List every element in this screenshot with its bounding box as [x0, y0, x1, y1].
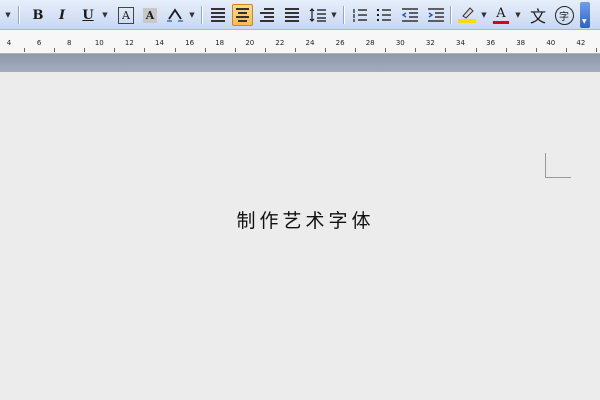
toolbar-separator — [201, 6, 202, 24]
ruler-tick — [385, 48, 387, 52]
document-text[interactable]: 制作艺术字体 — [0, 206, 600, 233]
ruler-tick — [415, 48, 417, 52]
enclose-characters-icon: 字 — [554, 5, 574, 25]
ruler-label: 12 — [124, 39, 134, 47]
toolbar-separator — [18, 6, 19, 24]
underline-button[interactable]: U — [78, 4, 98, 26]
font-color-dropdown-icon[interactable]: ▼ — [514, 4, 522, 26]
decrease-indent-button[interactable] — [400, 4, 420, 26]
ruler-label: 20 — [245, 39, 255, 47]
character-shading-icon: A — [143, 7, 157, 23]
ruler-tick — [475, 48, 477, 52]
decrease-indent-icon — [401, 8, 418, 22]
underline-dropdown-icon[interactable]: ▼ — [101, 4, 109, 26]
ruler-tick — [24, 48, 26, 52]
italic-button[interactable]: I — [52, 4, 72, 26]
numbering-button[interactable] — [350, 4, 370, 26]
document-page[interactable] — [0, 72, 600, 400]
ruler-tick — [234, 48, 236, 52]
increase-indent-button[interactable] — [426, 4, 446, 26]
toolbar-separator — [450, 6, 451, 24]
ruler-label: 18 — [215, 39, 225, 47]
char-scale-dropdown-icon[interactable]: ▼ — [188, 4, 196, 26]
toolbar-options-icon[interactable]: ▼ — [580, 2, 590, 28]
ruler-tick — [204, 48, 206, 52]
character-scale-button[interactable] — [164, 4, 186, 26]
ruler-tick — [355, 48, 357, 52]
line-spacing-button[interactable] — [308, 4, 328, 26]
ruler-label: 10 — [94, 39, 104, 47]
ruler-label: 36 — [486, 39, 496, 47]
ruler-tick — [595, 48, 597, 52]
margin-corner-mark — [545, 153, 571, 178]
ruler-tick — [264, 48, 266, 52]
align-center-button[interactable] — [232, 4, 253, 26]
formatting-toolbar: ▼ B I U ▼ A A ▼ ▼ ▼ A ▼ 文 字 ▼ — [0, 0, 600, 30]
justify-button[interactable] — [282, 4, 302, 26]
enclose-characters-button[interactable]: 字 — [553, 4, 575, 26]
character-shading-button[interactable]: A — [140, 4, 160, 26]
ruler-tick — [505, 48, 507, 52]
ruler-label: 16 — [185, 39, 195, 47]
justify-icon — [285, 8, 299, 22]
font-color-button[interactable]: A — [491, 4, 511, 26]
phonetic-guide-button[interactable]: 文 — [527, 4, 549, 26]
ruler-label: 40 — [546, 39, 556, 47]
ruler-tick — [565, 48, 567, 52]
align-left-icon — [211, 8, 225, 22]
ruler-tick — [54, 48, 56, 52]
highlight-icon — [458, 7, 476, 23]
font-color-icon: A — [496, 5, 506, 21]
align-right-button[interactable] — [257, 4, 277, 26]
align-center-icon — [236, 8, 249, 22]
font-color-swatch — [493, 20, 509, 24]
ruler-label: 24 — [305, 39, 315, 47]
ruler-label: 30 — [395, 39, 405, 47]
ruler-label: 26 — [335, 39, 345, 47]
numbering-icon — [353, 9, 367, 22]
character-border-icon: A — [118, 6, 134, 24]
char-scale-icon — [167, 8, 183, 22]
character-border-button[interactable]: A — [116, 4, 136, 26]
ruler-label: 22 — [275, 39, 285, 47]
ruler-label: 32 — [425, 39, 435, 47]
ruler-tick — [294, 48, 296, 52]
align-left-button[interactable] — [208, 4, 228, 26]
ruler-label: 42 — [576, 39, 586, 47]
ruler-label: 14 — [155, 39, 164, 47]
ruler-label: 8 — [66, 39, 72, 47]
line-spacing-icon — [309, 8, 326, 22]
ruler-label: 4 — [6, 39, 12, 47]
horizontal-ruler[interactable]: 4 6 8 10 12 14 16 18 20 22 24 26 28 30 32 34 36 38 40 42 — [0, 30, 600, 54]
ruler-tick — [325, 48, 327, 52]
ruler-label: 38 — [516, 39, 526, 47]
align-right-icon — [260, 8, 274, 22]
ruler-label: 28 — [365, 39, 375, 47]
highlight-button[interactable] — [456, 4, 478, 26]
ruler-tick — [144, 48, 146, 52]
highlight-dropdown-icon[interactable]: ▼ — [480, 4, 488, 26]
ruler-tick — [174, 48, 176, 52]
toolbar-menu-dropdown-icon[interactable]: ▼ — [4, 4, 12, 26]
ruler-label: 34 — [456, 39, 465, 47]
toolbar-separator — [343, 6, 344, 24]
ruler-tick — [114, 48, 116, 52]
bullets-button[interactable] — [374, 4, 394, 26]
ruler-tick — [535, 48, 537, 52]
bullets-icon — [377, 9, 391, 21]
ruler-tick — [445, 48, 447, 52]
increase-indent-icon — [428, 8, 444, 22]
bold-button[interactable]: B — [28, 4, 48, 26]
ruler-label: 6 — [36, 39, 42, 47]
line-spacing-dropdown-icon[interactable]: ▼ — [330, 4, 338, 26]
ruler-bottom-band — [0, 54, 600, 72]
ruler-tick — [84, 48, 86, 52]
